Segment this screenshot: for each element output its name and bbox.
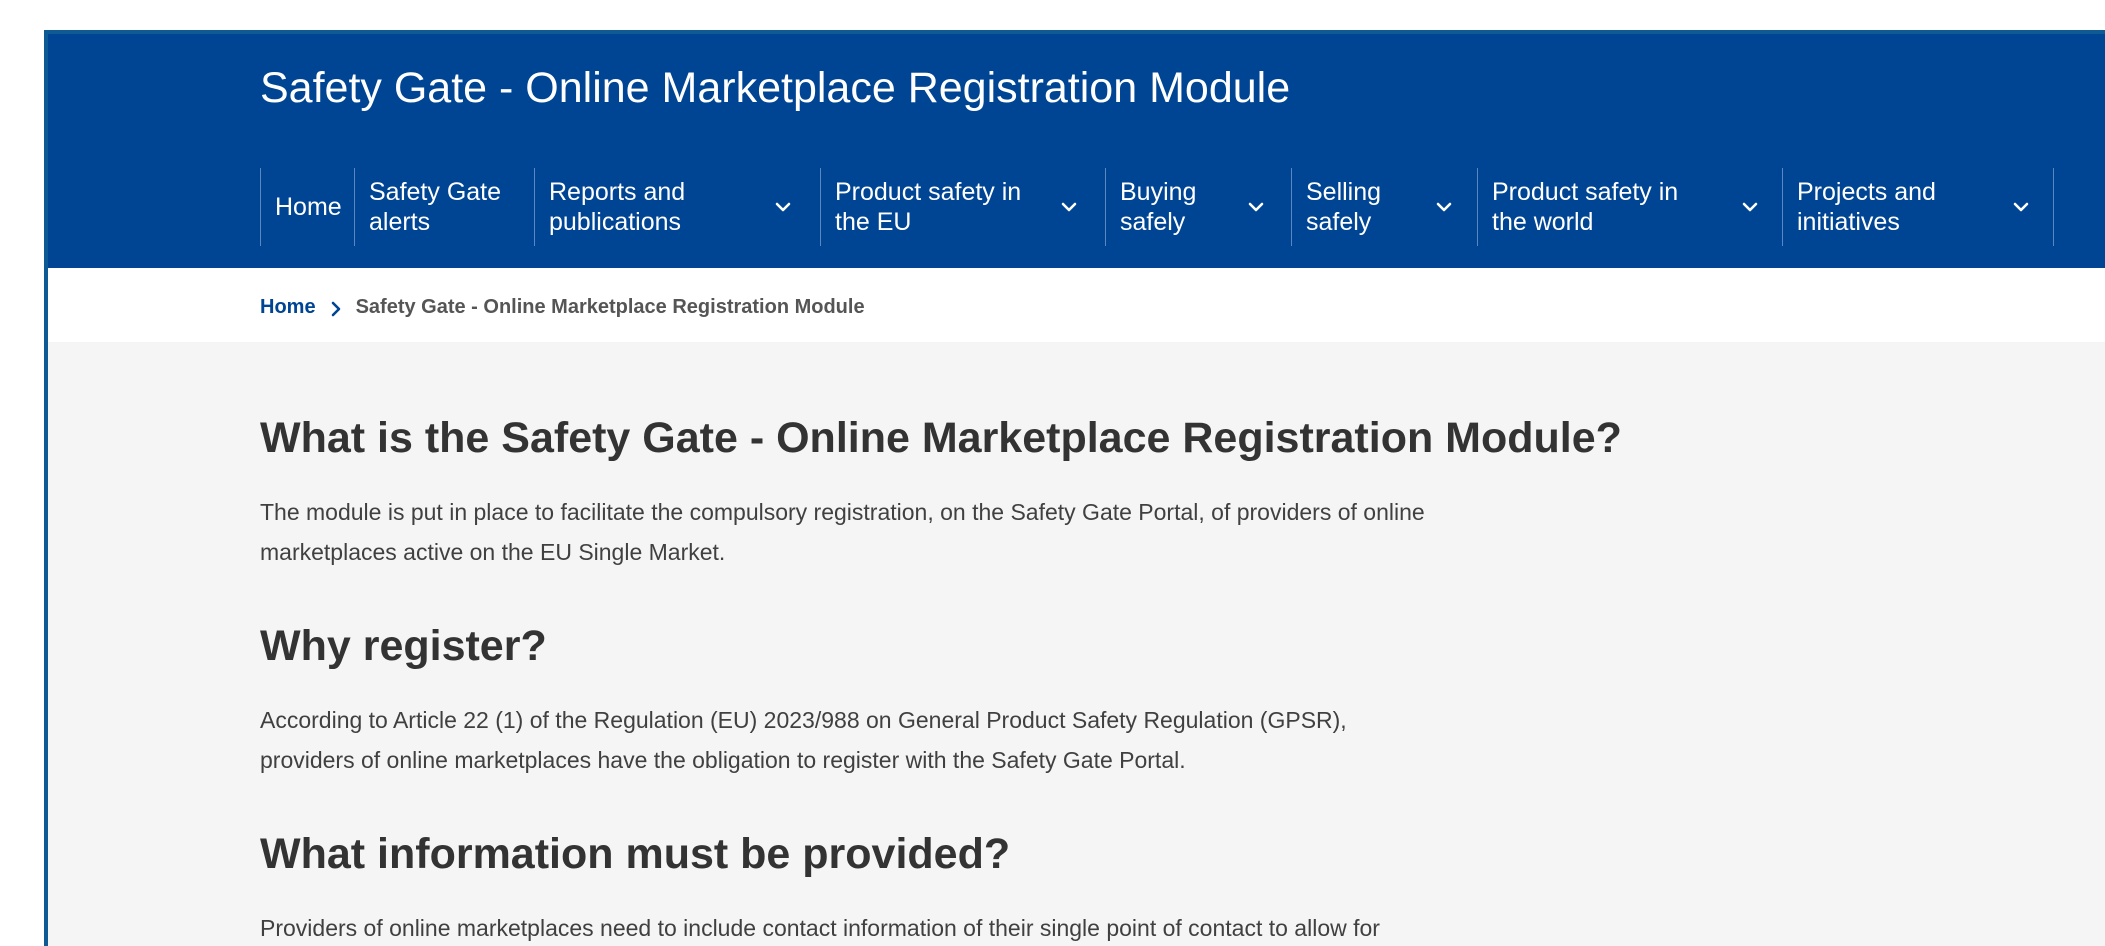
nav-item-projects-and-initiatives[interactable]: Projects and initiatives bbox=[1782, 168, 2054, 246]
breadcrumb: Home Safety Gate - Online Marketplace Re… bbox=[260, 296, 865, 319]
chevron-down-icon[interactable] bbox=[2011, 197, 2031, 217]
nav-item-reports-and-publications[interactable]: Reports and publications bbox=[534, 168, 820, 246]
nav-item-product-safety-in-the-eu[interactable]: Product safety in the EU bbox=[820, 168, 1105, 246]
nav-item-label: Product safety in the world bbox=[1492, 178, 1679, 236]
breadcrumb-home-link[interactable]: Home bbox=[260, 296, 316, 319]
window-frame: Safety Gate - Online Marketplace Registr… bbox=[0, 0, 2105, 946]
nav-item-buying-safely[interactable]: Buying safely bbox=[1105, 168, 1291, 246]
site-header: Safety Gate - Online Marketplace Registr… bbox=[48, 34, 2105, 268]
nav-item-home[interactable]: Home bbox=[260, 168, 354, 246]
nav-item-label: Selling safely bbox=[1306, 178, 1382, 236]
section-body-what-is: The module is put in place to facilitate… bbox=[260, 499, 1425, 565]
main-navigation: Home Safety Gate alerts Reports and publ… bbox=[260, 168, 2054, 246]
nav-item-label: Reports and publications bbox=[549, 178, 686, 236]
nav-item-label: Safety Gate alerts bbox=[369, 178, 502, 236]
section-body-what-information: Providers of online marketplaces need to… bbox=[260, 915, 1380, 941]
breadcrumb-current-page: Safety Gate - Online Marketplace Registr… bbox=[355, 296, 865, 318]
chevron-down-icon[interactable] bbox=[1434, 197, 1454, 217]
chevron-down-icon[interactable] bbox=[773, 197, 793, 217]
section-heading-what-is: What is the Safety Gate - Online Marketp… bbox=[260, 414, 1622, 462]
breadcrumb-bar: Home Safety Gate - Online Marketplace Re… bbox=[48, 268, 2105, 342]
nav-item-product-safety-in-the-world[interactable]: Product safety in the world bbox=[1477, 168, 1782, 246]
chevron-down-icon[interactable] bbox=[1246, 197, 1266, 217]
nav-item-label: Projects and initiatives bbox=[1797, 178, 1936, 236]
chevron-down-icon[interactable] bbox=[1059, 197, 1079, 217]
chevron-down-icon[interactable] bbox=[1740, 197, 1760, 217]
nav-item-safety-gate-alerts[interactable]: Safety Gate alerts bbox=[354, 168, 534, 246]
section-heading-why-register: Why register? bbox=[260, 622, 547, 670]
section-body-why-register: According to Article 22 (1) of the Regul… bbox=[260, 707, 1347, 773]
site-title[interactable]: Safety Gate - Online Marketplace Registr… bbox=[260, 64, 1290, 113]
nav-item-label: Buying safely bbox=[1120, 178, 1197, 236]
chevron-right-icon bbox=[328, 300, 344, 316]
section-heading-what-information: What information must be provided? bbox=[260, 830, 1011, 878]
nav-item-selling-safely[interactable]: Selling safely bbox=[1291, 168, 1477, 246]
nav-item-label: Product safety in the EU bbox=[835, 178, 1022, 236]
nav-item-label: Home bbox=[275, 193, 342, 221]
page-viewport: Safety Gate - Online Marketplace Registr… bbox=[44, 30, 2105, 946]
